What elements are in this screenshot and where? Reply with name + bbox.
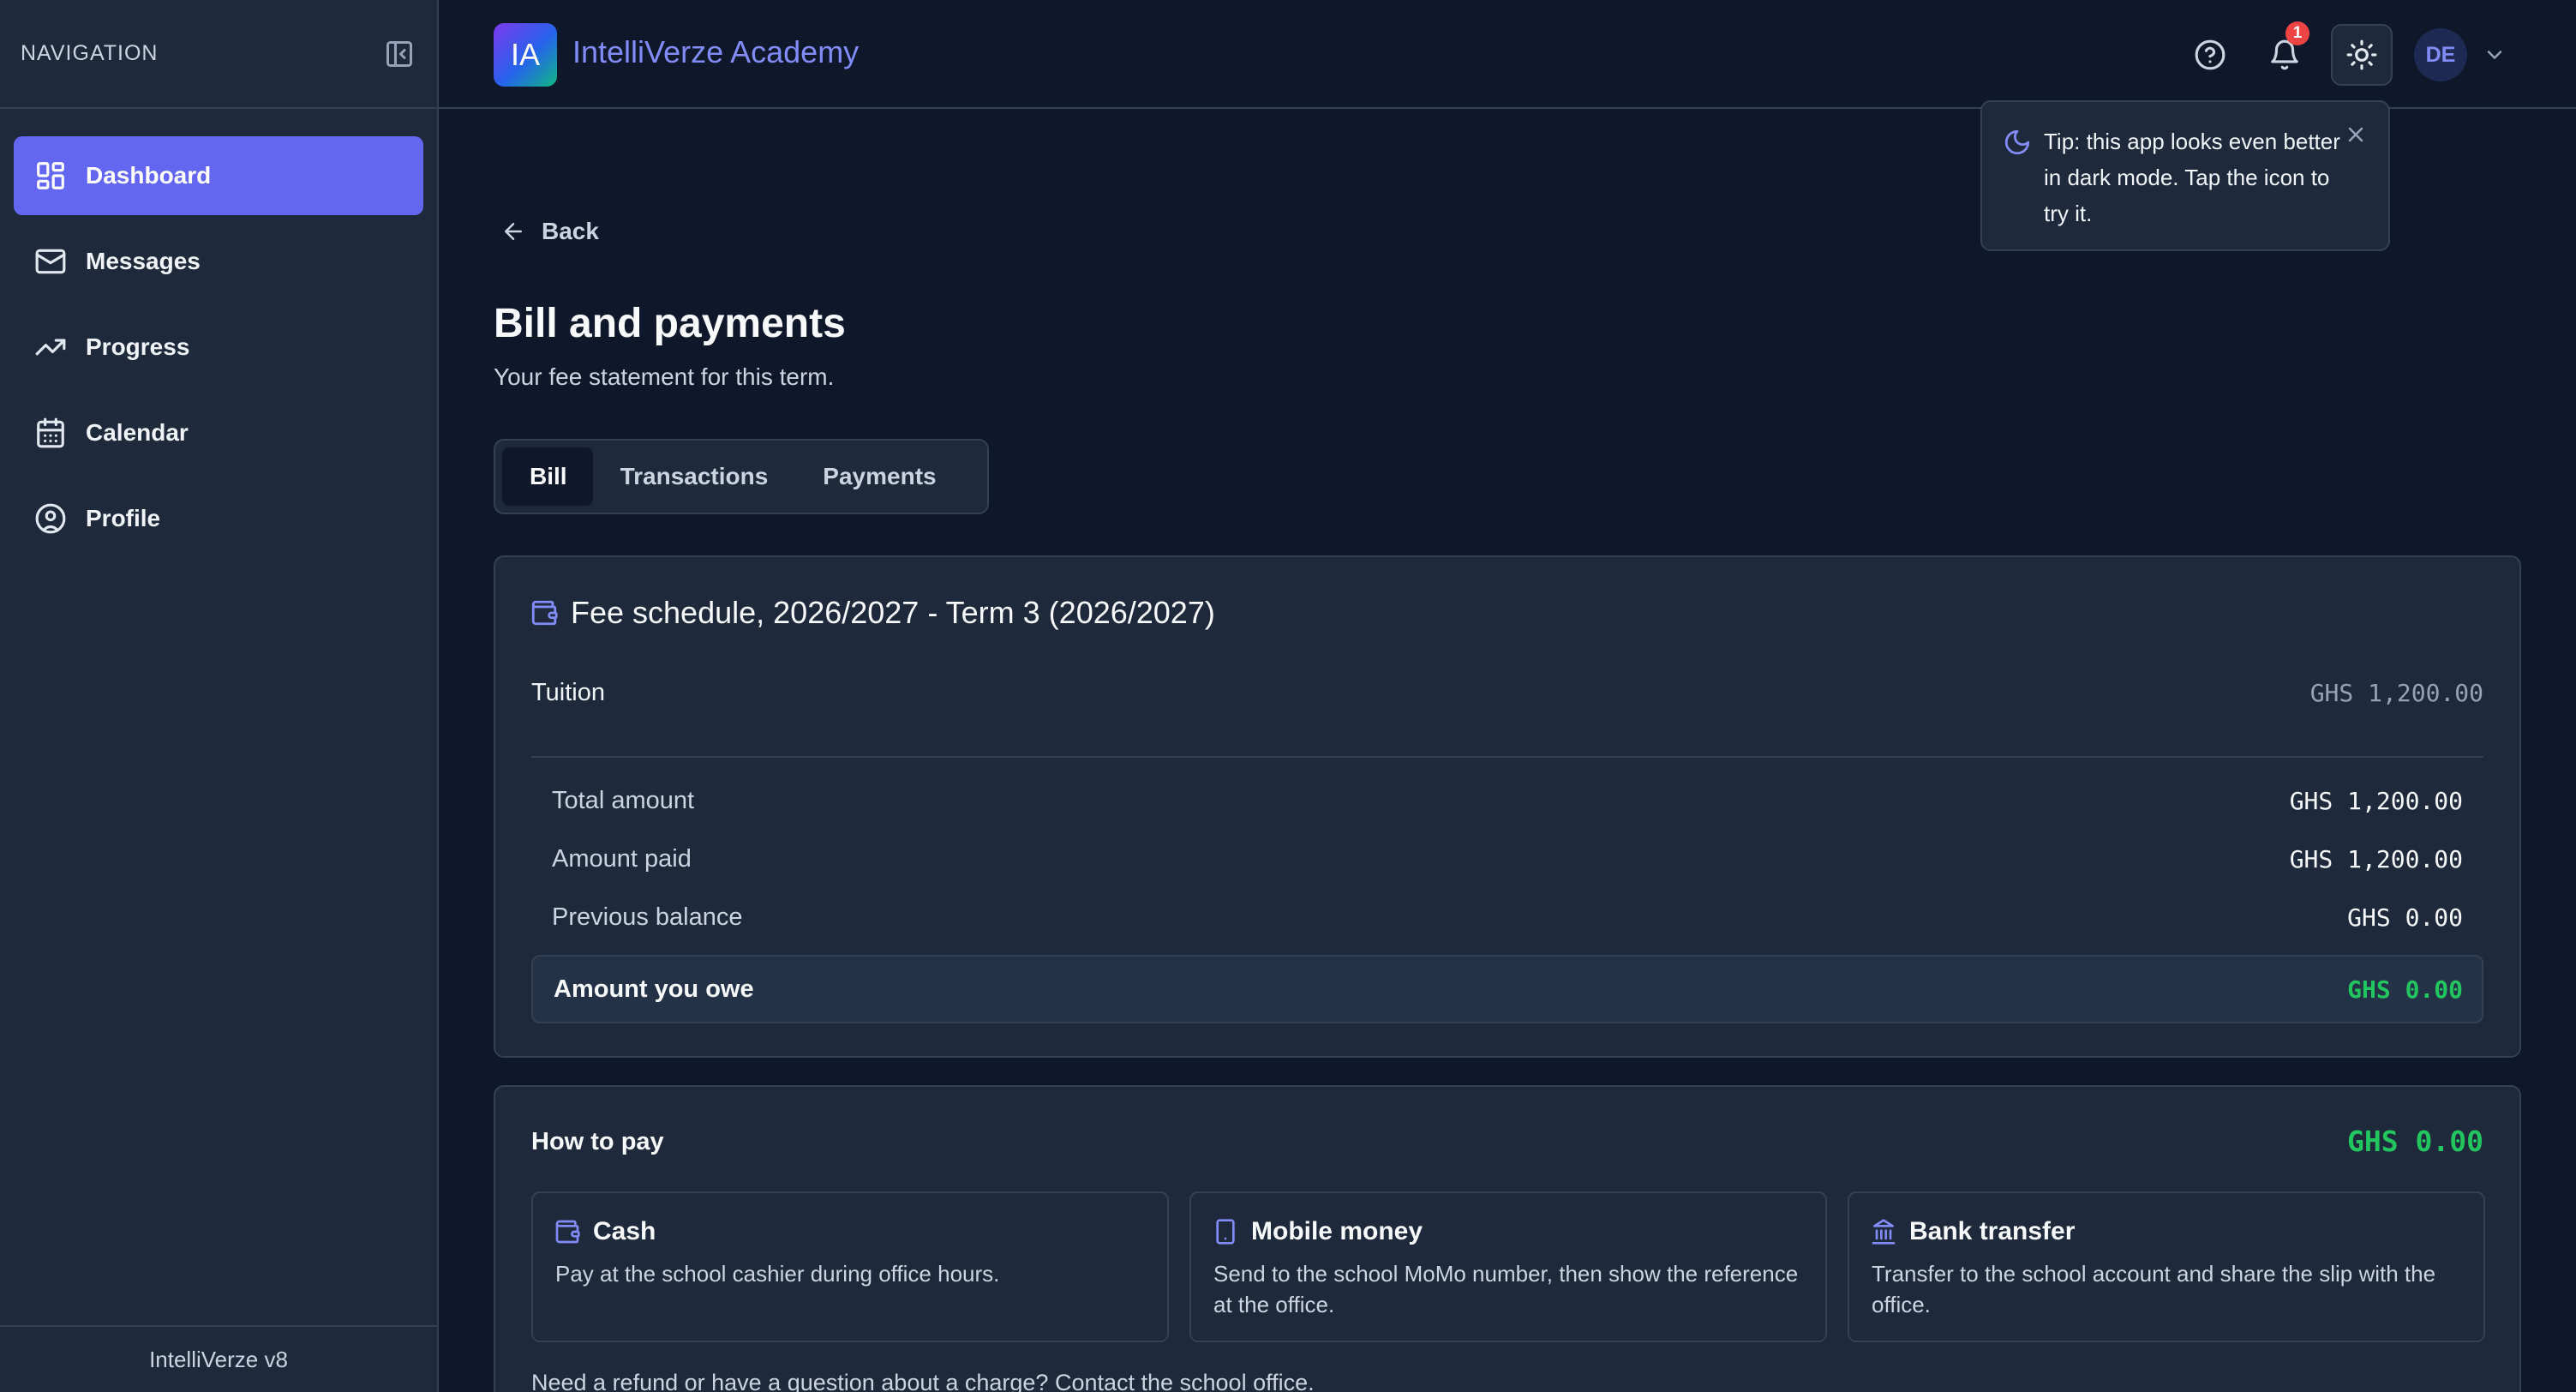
help-circle-icon bbox=[2195, 39, 2226, 70]
tab-payments[interactable]: Payments bbox=[795, 447, 963, 506]
amount-owed-row: Amount you owe GHS 0.00 bbox=[531, 955, 2483, 1023]
arrow-left-icon bbox=[505, 223, 522, 240]
bank-icon bbox=[1872, 1219, 1896, 1245]
chevron-down-icon[interactable] bbox=[2483, 43, 2507, 67]
how-to-pay-card: How to pay GHS 0.00 Cash Pay at the scho… bbox=[494, 1085, 2521, 1392]
dark-mode-tip: Tip: this app looks even better in dark … bbox=[1980, 100, 2390, 251]
summary-label: Amount paid bbox=[552, 845, 692, 873]
fee-item-label: Tuition bbox=[531, 679, 605, 706]
help-button[interactable] bbox=[2184, 28, 2237, 81]
sidebar-item-progress[interactable]: Progress bbox=[14, 308, 423, 387]
payment-method-cash: Cash Pay at the school cashier during of… bbox=[531, 1191, 1169, 1342]
divider bbox=[531, 756, 2483, 758]
payment-method-title: Mobile money bbox=[1251, 1217, 1423, 1245]
summary-label: Previous balance bbox=[552, 903, 743, 931]
fee-schedule-card: Fee schedule, 2026/2027 - Term 3 (2026/2… bbox=[494, 555, 2521, 1058]
fee-schedule-heading: Fee schedule, 2026/2027 - Term 3 (2026/2… bbox=[530, 595, 1215, 631]
theme-toggle-button[interactable] bbox=[2331, 24, 2393, 86]
payment-method-title: Bank transfer bbox=[1909, 1217, 2076, 1245]
summary-label: Total amount bbox=[552, 787, 695, 814]
payment-method-heading: Cash bbox=[554, 1217, 656, 1246]
wallet-icon bbox=[531, 600, 558, 626]
sidebar-collapse-button[interactable] bbox=[382, 37, 416, 71]
tab-bill[interactable]: Bill bbox=[502, 447, 593, 506]
payment-method-heading: Mobile money bbox=[1212, 1217, 1423, 1246]
amount-owed-value: GHS 0.00 bbox=[2347, 975, 2463, 1004]
panel-collapse-icon bbox=[386, 40, 412, 67]
sidebar-item-dashboard[interactable]: Dashboard bbox=[14, 136, 423, 215]
user-circle-icon bbox=[35, 503, 66, 534]
mail-icon bbox=[35, 249, 66, 274]
sidebar-header: NAVIGATION bbox=[0, 0, 437, 109]
fee-item-amount: GHS 1,200.00 bbox=[2309, 679, 2483, 707]
calendar-icon bbox=[37, 417, 64, 448]
summary-row-previous-balance: Previous balance GHS 0.00 bbox=[552, 903, 2463, 932]
payment-method-heading: Bank transfer bbox=[1870, 1217, 2075, 1246]
how-to-pay-amount: GHS 0.00 bbox=[2347, 1125, 2483, 1158]
back-link[interactable]: Back bbox=[500, 218, 599, 245]
tip-text: Tip: this app looks even better in dark … bbox=[2044, 129, 2340, 226]
sidebar: NAVIGATION Dashboard Messages Progress C… bbox=[0, 0, 439, 1392]
payment-method-mobile-money: Mobile money Send to the school MoMo num… bbox=[1189, 1191, 1827, 1342]
how-to-pay-title: How to pay bbox=[531, 1128, 664, 1155]
app-logo[interactable]: IA bbox=[494, 23, 557, 87]
sidebar-heading: NAVIGATION bbox=[21, 41, 159, 65]
payment-method-bank-transfer: Bank transfer Transfer to the school acc… bbox=[1848, 1191, 2485, 1342]
refund-note: Need a refund or have a question about a… bbox=[531, 1370, 1315, 1392]
payment-method-title: Cash bbox=[593, 1217, 656, 1245]
fee-line-item: Tuition GHS 1,200.00 bbox=[531, 679, 2483, 707]
back-label: Back bbox=[542, 218, 599, 244]
sidebar-footer: IntelliVerze v8 bbox=[0, 1325, 437, 1392]
sidebar-item-label: Messages bbox=[86, 248, 201, 274]
sun-icon bbox=[2346, 39, 2377, 70]
close-icon[interactable] bbox=[2344, 123, 2368, 147]
summary-amount: GHS 1,200.00 bbox=[2289, 845, 2463, 873]
sidebar-item-label: Progress bbox=[86, 333, 190, 360]
summary-amount: GHS 1,200.00 bbox=[2289, 787, 2463, 815]
summary-amount: GHS 0.00 bbox=[2347, 903, 2463, 932]
payment-method-description: Transfer to the school account and share… bbox=[1872, 1261, 2436, 1317]
sidebar-item-profile[interactable]: Profile bbox=[14, 479, 423, 558]
phone-icon bbox=[1216, 1219, 1235, 1245]
billing-tabs: Bill Transactions Payments bbox=[494, 439, 989, 514]
wallet-icon bbox=[555, 1220, 580, 1244]
page-title: Bill and payments bbox=[494, 301, 846, 346]
sidebar-item-label: Dashboard bbox=[86, 162, 212, 189]
payment-method-description: Send to the school MoMo number, then sho… bbox=[1213, 1261, 1799, 1317]
sidebar-item-label: Profile bbox=[86, 505, 161, 531]
notifications-button[interactable]: 1 bbox=[2258, 21, 2311, 81]
amount-owed-label: Amount you owe bbox=[554, 975, 754, 1003]
sidebar-item-calendar[interactable]: Calendar bbox=[14, 393, 423, 472]
tab-transactions[interactable]: Transactions bbox=[593, 447, 796, 506]
page-subtitle: Your fee statement for this term. bbox=[494, 363, 835, 390]
brand-name[interactable]: IntelliVerze Academy bbox=[572, 34, 859, 70]
fee-schedule-title: Fee schedule, 2026/2027 - Term 3 (2026/2… bbox=[571, 595, 1215, 630]
sidebar-item-label: Calendar bbox=[86, 419, 189, 446]
user-avatar[interactable]: DE bbox=[2414, 28, 2467, 81]
moon-icon bbox=[2004, 129, 2030, 155]
summary-row-paid: Amount paid GHS 1,200.00 bbox=[552, 845, 2463, 873]
dashboard-icon bbox=[37, 162, 64, 189]
sidebar-item-messages[interactable]: Messages bbox=[14, 222, 423, 301]
summary-row-total: Total amount GHS 1,200.00 bbox=[552, 787, 2463, 815]
trending-up-icon bbox=[35, 339, 66, 356]
notification-badge: 1 bbox=[2285, 21, 2309, 45]
top-header: IA IntelliVerze Academy 1 DE bbox=[439, 0, 2576, 109]
payment-method-description: Pay at the school cashier during office … bbox=[555, 1261, 1000, 1287]
sidebar-nav: Dashboard Messages Progress Calendar Pro… bbox=[0, 109, 437, 592]
